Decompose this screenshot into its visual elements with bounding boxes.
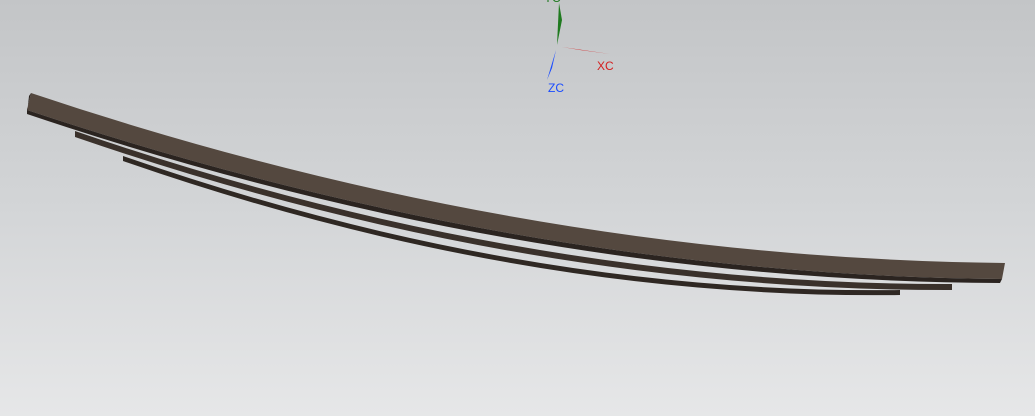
y-axis-arrow (557, 3, 562, 45)
y-axis-label: YC (544, 0, 561, 5)
x-axis-arrow (562, 47, 610, 54)
x-axis-label: XC (597, 59, 614, 73)
z-axis-arrow (547, 50, 556, 80)
leaf-spring-model[interactable] (27, 93, 1005, 296)
z-axis-label: ZC (548, 81, 564, 95)
graphics-viewport[interactable]: YC XC ZC (0, 0, 1035, 416)
spring-leaf-1-edge (27, 110, 1002, 283)
axis-triad: YC XC ZC (544, 0, 614, 95)
